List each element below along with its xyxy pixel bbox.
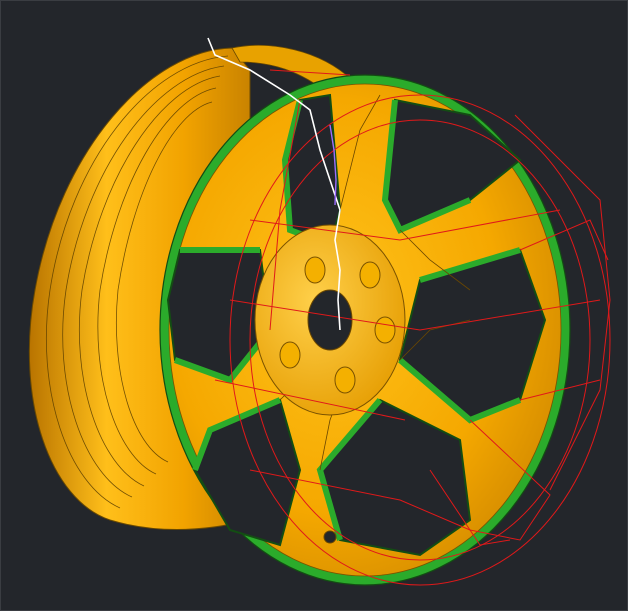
wheel-model[interactable] xyxy=(0,0,628,611)
center-bore[interactable] xyxy=(307,289,353,351)
cad-viewport[interactable] xyxy=(0,0,628,611)
valve-hole[interactable] xyxy=(323,530,337,544)
